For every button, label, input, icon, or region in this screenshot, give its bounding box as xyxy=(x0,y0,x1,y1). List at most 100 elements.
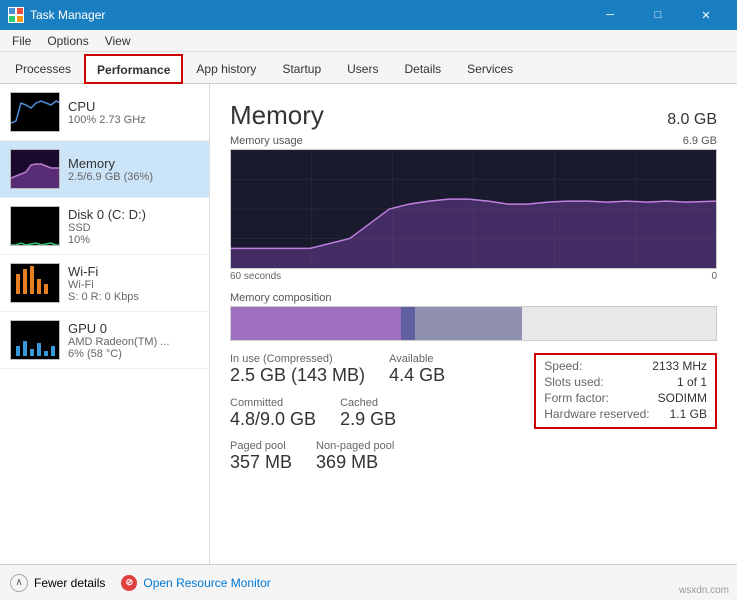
graph-min-label: 0 xyxy=(711,271,717,282)
window-controls[interactable]: ─ □ ✕ xyxy=(587,0,729,30)
cpu-name: CPU xyxy=(68,99,199,114)
wifi-info: Wi-Fi Wi-Fi S: 0 R: 0 Kbps xyxy=(68,264,199,303)
specs-panel: Speed: 2133 MHz Slots used: 1 of 1 Form … xyxy=(534,353,717,429)
tab-app-history[interactable]: App history xyxy=(183,54,269,83)
gpu-graph xyxy=(10,320,60,360)
cpu-graph xyxy=(10,92,60,132)
sidebar-item-gpu[interactable]: GPU 0 AMD Radeon(TM) ... 6% (58 °C) xyxy=(0,312,209,369)
menu-options[interactable]: Options xyxy=(39,32,96,50)
stats-row-2: Committed 4.8/9.0 GB Cached 2.9 GB xyxy=(230,397,514,431)
comp-modified xyxy=(401,307,416,340)
open-resource-monitor-label: Open Resource Monitor xyxy=(143,576,270,590)
titlebar-left: Task Manager xyxy=(8,7,105,23)
memory-composition-section: Memory composition xyxy=(230,292,717,341)
main-area: CPU 100% 2.73 GHz Memory 2.5/6.9 GB (36%… xyxy=(0,84,737,564)
tab-processes[interactable]: Processes xyxy=(2,54,84,83)
close-button[interactable]: ✕ xyxy=(683,0,729,30)
tab-services[interactable]: Services xyxy=(454,54,526,83)
menu-view[interactable]: View xyxy=(97,32,139,50)
available-value: 4.4 GB xyxy=(389,365,445,387)
hw-value: 1.1 GB xyxy=(670,407,707,421)
stats-row-3: Paged pool 357 MB Non-paged pool 369 MB xyxy=(230,440,514,474)
spec-speed: Speed: 2133 MHz xyxy=(544,359,707,373)
wifi-graph xyxy=(10,263,60,303)
tab-startup[interactable]: Startup xyxy=(269,54,334,83)
stat-in-use: In use (Compressed) 2.5 GB (143 MB) xyxy=(230,353,365,387)
disk-sub1: SSD xyxy=(68,222,199,234)
tab-users[interactable]: Users xyxy=(334,54,391,83)
stats-container: In use (Compressed) 2.5 GB (143 MB) Avai… xyxy=(230,353,717,474)
gpu-sub1: AMD Radeon(TM) ... xyxy=(68,336,199,348)
content-title: Memory xyxy=(230,100,324,131)
stats-left: In use (Compressed) 2.5 GB (143 MB) Avai… xyxy=(230,353,514,474)
menu-file[interactable]: File xyxy=(4,32,39,50)
graph-label-text: Memory usage xyxy=(230,135,303,147)
watermark: wsxdn.com xyxy=(679,585,729,596)
menubar: File Options View xyxy=(0,30,737,52)
cpu-info: CPU 100% 2.73 GHz xyxy=(68,99,199,126)
disk-graph xyxy=(10,206,60,246)
in-use-value: 2.5 GB (143 MB) xyxy=(230,365,365,387)
memory-sub: 2.5/6.9 GB (36%) xyxy=(68,171,199,183)
stat-cached: Cached 2.9 GB xyxy=(340,397,396,431)
committed-value: 4.8/9.0 GB xyxy=(230,409,316,431)
memory-usage-graph xyxy=(230,149,717,269)
tabbar: Processes Performance App history Startu… xyxy=(0,52,737,84)
stats-row-1: In use (Compressed) 2.5 GB (143 MB) Avai… xyxy=(230,353,514,387)
memory-info: Memory 2.5/6.9 GB (36%) xyxy=(68,156,199,183)
disk-name: Disk 0 (C: D:) xyxy=(68,207,199,222)
in-use-label: In use (Compressed) xyxy=(230,353,365,365)
open-resource-monitor-item[interactable]: ⊘ Open Resource Monitor xyxy=(121,575,270,591)
gpu-sub2: 6% (58 °C) xyxy=(68,348,199,360)
stat-committed: Committed 4.8/9.0 GB xyxy=(230,397,316,431)
wifi-name: Wi-Fi xyxy=(68,264,199,279)
memory-name: Memory xyxy=(68,156,199,171)
stat-nonpaged: Non-paged pool 369 MB xyxy=(316,440,394,474)
spec-form: Form factor: SODIMM xyxy=(544,391,707,405)
sidebar-item-cpu[interactable]: CPU 100% 2.73 GHz xyxy=(0,84,209,141)
sidebar-item-disk[interactable]: Disk 0 (C: D:) SSD 10% xyxy=(0,198,209,255)
paged-label: Paged pool xyxy=(230,440,292,452)
content-size: 8.0 GB xyxy=(667,111,717,129)
cpu-sub: 100% 2.73 GHz xyxy=(68,114,199,126)
hw-label: Hardware reserved: xyxy=(544,407,649,421)
sidebar-item-memory[interactable]: Memory 2.5/6.9 GB (36%) xyxy=(0,141,209,198)
slots-value: 1 of 1 xyxy=(677,375,707,389)
app-title: Task Manager xyxy=(30,8,105,22)
available-label: Available xyxy=(389,353,445,365)
sidebar-item-wifi[interactable]: Wi-Fi Wi-Fi S: 0 R: 0 Kbps xyxy=(0,255,209,312)
bottombar: ∧ Fewer details ⊘ Open Resource Monitor xyxy=(0,564,737,600)
comp-in-use xyxy=(231,307,401,340)
app-icon xyxy=(8,7,24,23)
disk-sub2: 10% xyxy=(68,234,199,246)
form-value: SODIMM xyxy=(658,391,707,405)
tab-performance[interactable]: Performance xyxy=(84,54,183,84)
nonpaged-value: 369 MB xyxy=(316,452,394,474)
fewer-details-item[interactable]: ∧ Fewer details xyxy=(10,574,105,592)
graph-time-label: 60 seconds xyxy=(230,271,281,282)
graph-bottom-labels: 60 seconds 0 xyxy=(230,271,717,282)
memory-graph xyxy=(10,149,60,189)
nonpaged-label: Non-paged pool xyxy=(316,440,394,452)
paged-value: 357 MB xyxy=(230,452,292,474)
content-header: Memory 8.0 GB xyxy=(230,100,717,131)
content-panel: Memory 8.0 GB Memory usage 6.9 GB xyxy=(210,84,737,564)
cached-value: 2.9 GB xyxy=(340,409,396,431)
composition-label: Memory composition xyxy=(230,292,717,304)
slots-label: Slots used: xyxy=(544,375,603,389)
gpu-name: GPU 0 xyxy=(68,321,199,336)
resource-monitor-icon: ⊘ xyxy=(121,575,137,591)
sidebar: CPU 100% 2.73 GHz Memory 2.5/6.9 GB (36%… xyxy=(0,84,210,564)
spec-hw: Hardware reserved: 1.1 GB xyxy=(544,407,707,421)
gpu-info: GPU 0 AMD Radeon(TM) ... 6% (58 °C) xyxy=(68,321,199,360)
maximize-button[interactable]: □ xyxy=(635,0,681,30)
minimize-button[interactable]: ─ xyxy=(587,0,633,30)
composition-bar xyxy=(230,306,717,341)
titlebar: Task Manager ─ □ ✕ xyxy=(0,0,737,30)
comp-free xyxy=(522,307,716,340)
cached-label: Cached xyxy=(340,397,396,409)
wifi-sub2: S: 0 R: 0 Kbps xyxy=(68,291,199,303)
graph-label: Memory usage 6.9 GB xyxy=(230,135,717,147)
tab-details[interactable]: Details xyxy=(391,54,454,83)
comp-standby xyxy=(415,307,522,340)
